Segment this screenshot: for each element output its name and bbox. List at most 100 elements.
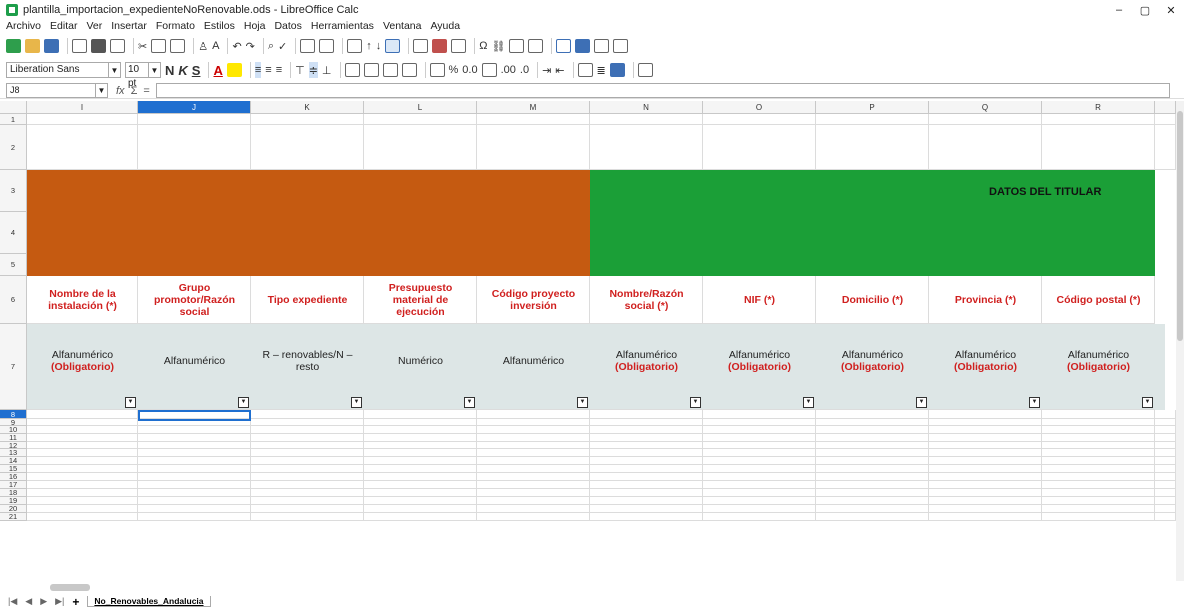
grid-cell[interactable]: [703, 114, 816, 125]
grid-cell[interactable]: [816, 125, 929, 170]
grid-cell[interactable]: [703, 442, 816, 449]
grid-cell[interactable]: [590, 449, 703, 457]
grid-cell[interactable]: [364, 481, 477, 489]
grid-cell[interactable]: [703, 457, 816, 465]
menu-insertar[interactable]: Insertar: [111, 20, 147, 34]
special-character-icon[interactable]: Ω: [479, 38, 487, 54]
grid-cell[interactable]: [816, 497, 929, 505]
increase-indent-icon[interactable]: ⇥: [542, 62, 551, 78]
grid-cell[interactable]: [364, 473, 477, 481]
grid-cell[interactable]: [1155, 410, 1176, 419]
grid-cell[interactable]: [590, 465, 703, 473]
grid-cell[interactable]: [1042, 481, 1155, 489]
grid-cell[interactable]: [477, 505, 590, 513]
date-format-icon[interactable]: [481, 63, 497, 77]
split-window-icon[interactable]: [594, 39, 610, 53]
grid-cell[interactable]: [477, 442, 590, 449]
menu-editar[interactable]: Editar: [50, 20, 77, 34]
export-pdf-icon[interactable]: [72, 39, 87, 53]
menu-estilos[interactable]: Estilos: [204, 20, 235, 34]
grid-cell[interactable]: [590, 473, 703, 481]
grid-cell[interactable]: [251, 410, 364, 419]
grid-cell[interactable]: [1042, 426, 1155, 434]
name-box[interactable]: J8: [6, 83, 96, 98]
grid-cell[interactable]: [816, 481, 929, 489]
grid-cell[interactable]: [1042, 465, 1155, 473]
column-header-p[interactable]: P: [816, 101, 929, 114]
autofilter-icon[interactable]: [385, 39, 401, 53]
grid-cell[interactable]: [929, 481, 1042, 489]
filter-dropdown-icon[interactable]: ▼: [690, 397, 701, 408]
filter-dropdown-icon[interactable]: ▼: [1029, 397, 1040, 408]
grid-cell[interactable]: [929, 419, 1042, 426]
filter-dropdown-icon[interactable]: ▼: [351, 397, 362, 408]
horizontal-scrollbar[interactable]: [0, 582, 1184, 592]
grid-cell[interactable]: [251, 497, 364, 505]
grid-cell[interactable]: [27, 114, 138, 125]
grid-cell[interactable]: [138, 489, 251, 497]
grid-cell[interactable]: [929, 489, 1042, 497]
grid-cell[interactable]: [816, 457, 929, 465]
grid-cell[interactable]: [364, 114, 477, 125]
grid-cell[interactable]: [703, 489, 816, 497]
grid-cell[interactable]: [1155, 426, 1176, 434]
maximize-button[interactable]: ▢: [1132, 0, 1158, 20]
grid-cell[interactable]: [251, 426, 364, 434]
grid-cell[interactable]: [703, 481, 816, 489]
clear-format-icon[interactable]: A: [212, 38, 219, 54]
minimize-button[interactable]: –: [1106, 0, 1132, 20]
selected-cell-j8[interactable]: [138, 410, 251, 421]
merge-center-icon[interactable]: [363, 63, 379, 77]
comment-icon[interactable]: [509, 39, 525, 53]
new-document-icon[interactable]: [6, 39, 21, 53]
vertical-scrollbar[interactable]: [1176, 101, 1184, 581]
grid-cell[interactable]: [816, 426, 929, 434]
grid-cell[interactable]: [1042, 473, 1155, 481]
grid-cell[interactable]: [251, 473, 364, 481]
grid-cell[interactable]: [138, 497, 251, 505]
grid-cell[interactable]: [590, 442, 703, 449]
grid-cell[interactable]: [138, 505, 251, 513]
align-left-icon[interactable]: ≡: [254, 62, 262, 78]
grid-cell[interactable]: [251, 434, 364, 442]
column-header-n[interactable]: N: [590, 101, 703, 114]
column-header-q[interactable]: Q: [929, 101, 1042, 114]
filter-dropdown-icon[interactable]: ▼: [803, 397, 814, 408]
grid-cell[interactable]: [27, 419, 138, 426]
insert-chart-icon[interactable]: [432, 39, 448, 53]
highlight-color-icon[interactable]: [226, 63, 242, 77]
grid-cell[interactable]: [1042, 505, 1155, 513]
grid-cell[interactable]: [929, 114, 1042, 125]
grid-cell[interactable]: [364, 419, 477, 426]
grid-cell[interactable]: [251, 125, 364, 170]
freeze-rows-columns-icon[interactable]: [575, 39, 591, 53]
undo-icon[interactable]: ↶: [232, 38, 241, 54]
sort-descending-icon[interactable]: ↓: [376, 38, 382, 54]
menu-herramientas[interactable]: Herramientas: [311, 20, 374, 34]
grid-cell[interactable]: [477, 410, 590, 419]
menu-formato[interactable]: Formato: [156, 20, 195, 34]
grid-cell[interactable]: [1155, 481, 1176, 489]
function-wizard-icon[interactable]: fx: [116, 85, 125, 97]
align-bottom-icon[interactable]: ⊥: [322, 62, 332, 78]
print-icon[interactable]: [91, 39, 106, 53]
grid-cell[interactable]: [590, 419, 703, 426]
row-header[interactable]: 1: [0, 114, 27, 125]
grid-cell[interactable]: [364, 449, 477, 457]
grid-cell[interactable]: [477, 419, 590, 426]
border-color-icon[interactable]: [609, 63, 625, 77]
row-header[interactable]: 3: [0, 170, 27, 212]
row-icon[interactable]: [300, 39, 316, 53]
redo-icon[interactable]: ↷: [246, 38, 255, 54]
grid-cell[interactable]: [27, 497, 138, 505]
column-header-m[interactable]: M: [477, 101, 590, 114]
currency-format-icon[interactable]: [429, 63, 445, 77]
grid-cell[interactable]: [477, 489, 590, 497]
border-style-icon[interactable]: ≣: [597, 62, 606, 78]
menu-ayuda[interactable]: Ayuda: [430, 20, 460, 34]
grid-cell[interactable]: [364, 442, 477, 449]
grid-cell[interactable]: [27, 481, 138, 489]
grid-cell[interactable]: [1042, 125, 1155, 170]
grid-cell[interactable]: [929, 497, 1042, 505]
grid-cell[interactable]: [590, 497, 703, 505]
